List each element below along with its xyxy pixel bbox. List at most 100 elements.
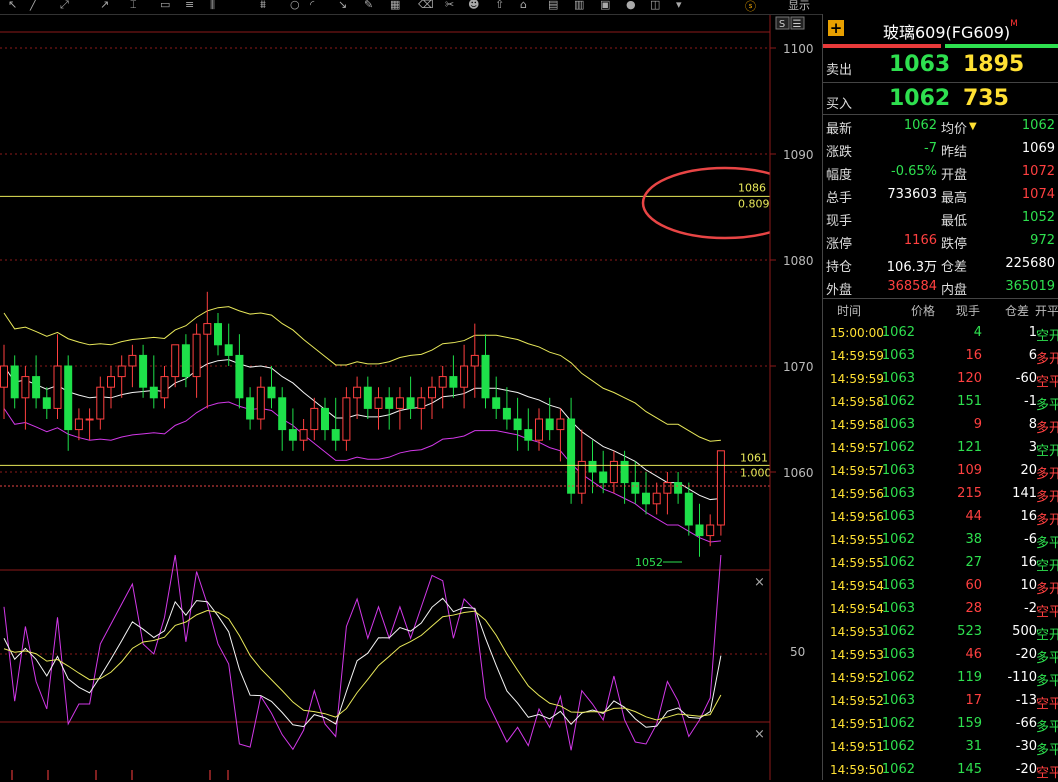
circle-tool-icon[interactable]: ○	[290, 0, 300, 11]
tick-volume: 159	[957, 716, 982, 731]
osc-j-line	[3, 609, 722, 721]
candle-body	[10, 365, 19, 399]
line-tool-icon[interactable]: ╱	[30, 0, 37, 11]
add-watchlist-button[interactable]: +	[828, 20, 844, 36]
tick-row: 14:59:58 1063 9 8 多开	[823, 414, 1058, 437]
dropdown-icon[interactable]: ▾	[676, 0, 682, 11]
tick-time: 14:59:50	[830, 763, 884, 777]
tick-volume: 109	[957, 463, 982, 478]
cursor-tool-icon[interactable]: ↗	[100, 0, 109, 11]
tick-type: 空开	[1036, 559, 1058, 574]
tick-oi-change: -110	[1007, 670, 1037, 685]
close-panel-icon: ×	[754, 727, 765, 742]
buy-mark-icon[interactable]: ▣	[600, 0, 610, 11]
emoji-tool-icon[interactable]: ☻	[468, 0, 479, 11]
image-tool-icon[interactable]: ▦	[390, 0, 400, 11]
stat-value: 1166	[903, 233, 937, 248]
tick-time: 14:59:53	[830, 648, 884, 662]
tick-time: 14:59:54	[830, 579, 884, 593]
candle-body	[74, 418, 83, 431]
candle-body	[620, 460, 629, 484]
candle-body	[363, 386, 372, 409]
tick-time: 14:59:57	[830, 441, 884, 455]
candle-body	[577, 460, 586, 494]
candle-body	[214, 323, 222, 346]
up-mark-icon[interactable]: ⇧	[495, 0, 504, 11]
candle-body	[331, 429, 340, 441]
candles	[0, 291, 725, 557]
tick-volume: 44	[965, 509, 982, 524]
tick-type: 空平	[1036, 697, 1058, 712]
grid-tool-icon[interactable]: ▤	[548, 0, 558, 11]
candle-body	[599, 471, 608, 484]
stat-value: 106.3万	[886, 260, 937, 275]
y-tick-label: 1090	[783, 148, 814, 162]
draw-tool-icon[interactable]: ↖	[8, 0, 17, 11]
tick-oi-change: -30	[1015, 739, 1037, 754]
tick-type: 多平	[1036, 651, 1058, 666]
stat-label: 均价	[941, 122, 968, 137]
tick-row: 14:59:58 1062 151 -1 多平	[823, 391, 1058, 414]
text-tool-icon[interactable]: ⌶	[130, 0, 137, 12]
stat-label: 持仓	[826, 260, 853, 275]
tick-volume: 9	[973, 417, 982, 432]
candle-body	[117, 365, 126, 378]
tick-row: 14:59:56 1063 215 141 多开	[823, 483, 1058, 506]
arrow-tool-icon[interactable]: ↘	[338, 0, 347, 11]
stat-row: 最新 1062 均价 ▼ 1062	[823, 114, 1058, 137]
candle-body	[53, 365, 62, 409]
scissor-tool-icon[interactable]: ✂	[445, 0, 454, 11]
save-tool-icon[interactable]: ◫	[650, 0, 660, 11]
tick-row: 14:59:55 1062 38 -6 多平	[823, 529, 1058, 552]
tick-type: 空开	[1036, 329, 1058, 344]
candle-body	[642, 492, 650, 505]
close-panel-icon: ×	[754, 575, 765, 590]
tick-volume: 60	[965, 578, 982, 593]
ask-row: 卖出 1063 1895	[826, 52, 1025, 78]
display-menu[interactable]: 显示	[788, 0, 810, 13]
note-tool-icon[interactable]: ✎	[364, 0, 373, 11]
stat-row: 总手 733603 最高 1074	[823, 183, 1058, 206]
tick-time: 14:59:58	[830, 418, 884, 432]
candle-body	[716, 450, 725, 526]
candle-body	[631, 482, 640, 494]
tick-volume: 523	[957, 624, 982, 639]
eraser-tool-icon[interactable]: ⌫	[418, 0, 434, 11]
ray-tool-icon[interactable]: ⤢	[60, 0, 69, 12]
price-axis: S ☰ 1100 1090 1080 1070 1060 50 × ×	[754, 15, 822, 780]
channel-tool-icon[interactable]: ⫼	[210, 0, 215, 12]
tick-price: 1062	[881, 739, 915, 754]
fib-tool-icon[interactable]: ≡	[185, 0, 194, 11]
tick-price: 1063	[881, 486, 915, 501]
sheet-tool-icon[interactable]: ▥	[574, 0, 584, 11]
tick-price: 1063	[881, 509, 915, 524]
stat-label: 最新	[826, 122, 853, 137]
candle-body	[171, 344, 180, 378]
tick-time: 14:59:51	[830, 717, 884, 731]
candle-body	[224, 344, 233, 356]
tick-oi-change: -20	[1015, 762, 1037, 777]
candle-body	[502, 407, 511, 420]
tick-time: 14:59:56	[830, 510, 884, 524]
tick-row: 14:59:53 1063 46 -20 多平	[823, 644, 1058, 667]
stat-value: 365019	[1005, 279, 1055, 294]
kline-chart[interactable]: 1086 0.809 1061 1.000 1052 S ☰ 1100 1090 1080 107…	[0, 15, 822, 780]
candle-body	[470, 354, 479, 367]
tick-type: 多开	[1036, 490, 1058, 505]
candle-body	[406, 397, 415, 409]
candle-body	[85, 418, 94, 421]
candle-body	[128, 354, 137, 367]
oscillator-panel	[3, 554, 722, 780]
candle-body	[460, 365, 469, 388]
box-tool-icon[interactable]: ▭	[160, 0, 170, 11]
green-dot-icon[interactable]: ●	[626, 0, 636, 11]
tick-volume: 215	[957, 486, 982, 501]
arc-tool-icon[interactable]: ◜	[310, 0, 314, 11]
candle-body	[160, 376, 169, 399]
bell-tool-icon[interactable]: ⌂	[520, 0, 527, 11]
logo-icon[interactable]: ⓢ	[745, 0, 756, 14]
stat-label: 昨结	[941, 145, 968, 160]
gann-tool-icon[interactable]: ⩩	[260, 0, 266, 12]
tick-time: 14:59:51	[830, 740, 884, 754]
candle-body	[449, 376, 458, 388]
